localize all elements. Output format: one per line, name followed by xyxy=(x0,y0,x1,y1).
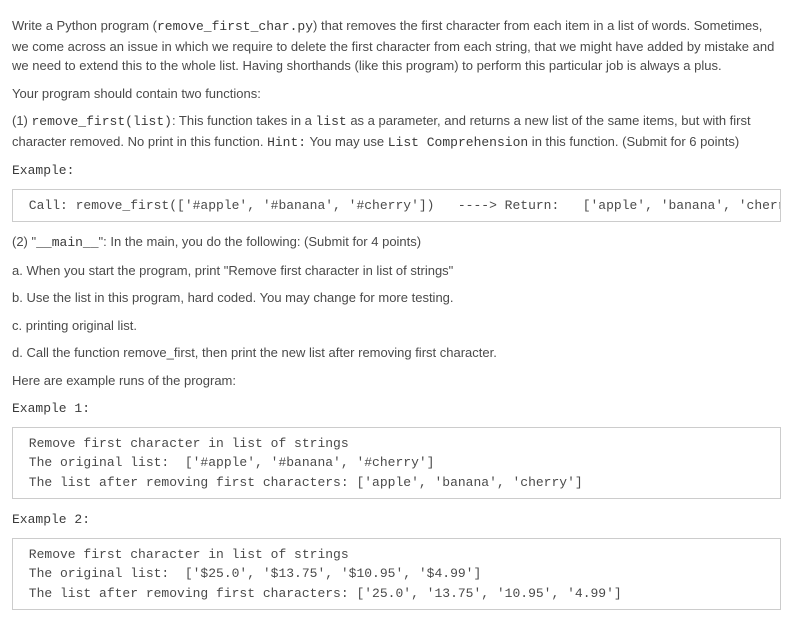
example-label: Example: xyxy=(12,160,781,181)
step-d: d. Call the function remove_first, then … xyxy=(12,343,781,363)
hint-text-b: in this function. (Submit for 6 points) xyxy=(528,134,739,149)
runs-label: Here are example runs of the program: xyxy=(12,371,781,391)
intro-text-a: Write a Python program ( xyxy=(12,18,157,33)
step-c: c. printing original list. xyxy=(12,316,781,336)
code-example-2: Remove first character in list of string… xyxy=(12,427,781,500)
step-a: a. When you start the program, print "Re… xyxy=(12,261,781,281)
main-description: (2) "__main__": In the main, you do the … xyxy=(12,232,781,253)
hint-text-a: You may use xyxy=(306,134,388,149)
example-2-label: Example 2: xyxy=(12,509,781,530)
main-label: (2) " xyxy=(12,234,36,249)
main-code: __main__ xyxy=(36,235,98,250)
hint-label: Hint: xyxy=(267,135,306,150)
func1-desc-a: : This function takes in a xyxy=(172,113,316,128)
code-example-1: Call: remove_first(['#apple', '#banana',… xyxy=(12,189,781,223)
func1-signature: remove_first(list) xyxy=(32,114,172,129)
code-example-3: Remove first character in list of string… xyxy=(12,538,781,611)
example-label-text: Example: xyxy=(12,163,74,178)
example-2-text: Example 2: xyxy=(12,512,90,527)
filename-code: remove_first_char.py xyxy=(157,19,313,34)
intro-paragraph-1: Write a Python program (remove_first_cha… xyxy=(12,16,781,76)
example-1-label: Example 1: xyxy=(12,398,781,419)
main-desc: ": In the main, you do the following: (S… xyxy=(99,234,422,249)
list-comprehension-code: List Comprehension xyxy=(388,135,528,150)
step-b: b. Use the list in this program, hard co… xyxy=(12,288,781,308)
list-code: list xyxy=(316,114,347,129)
example-1-text: Example 1: xyxy=(12,401,90,416)
function-1-description: (1) remove_first(list): This function ta… xyxy=(12,111,781,152)
func1-label: (1) xyxy=(12,113,32,128)
intro-paragraph-2: Your program should contain two function… xyxy=(12,84,781,104)
